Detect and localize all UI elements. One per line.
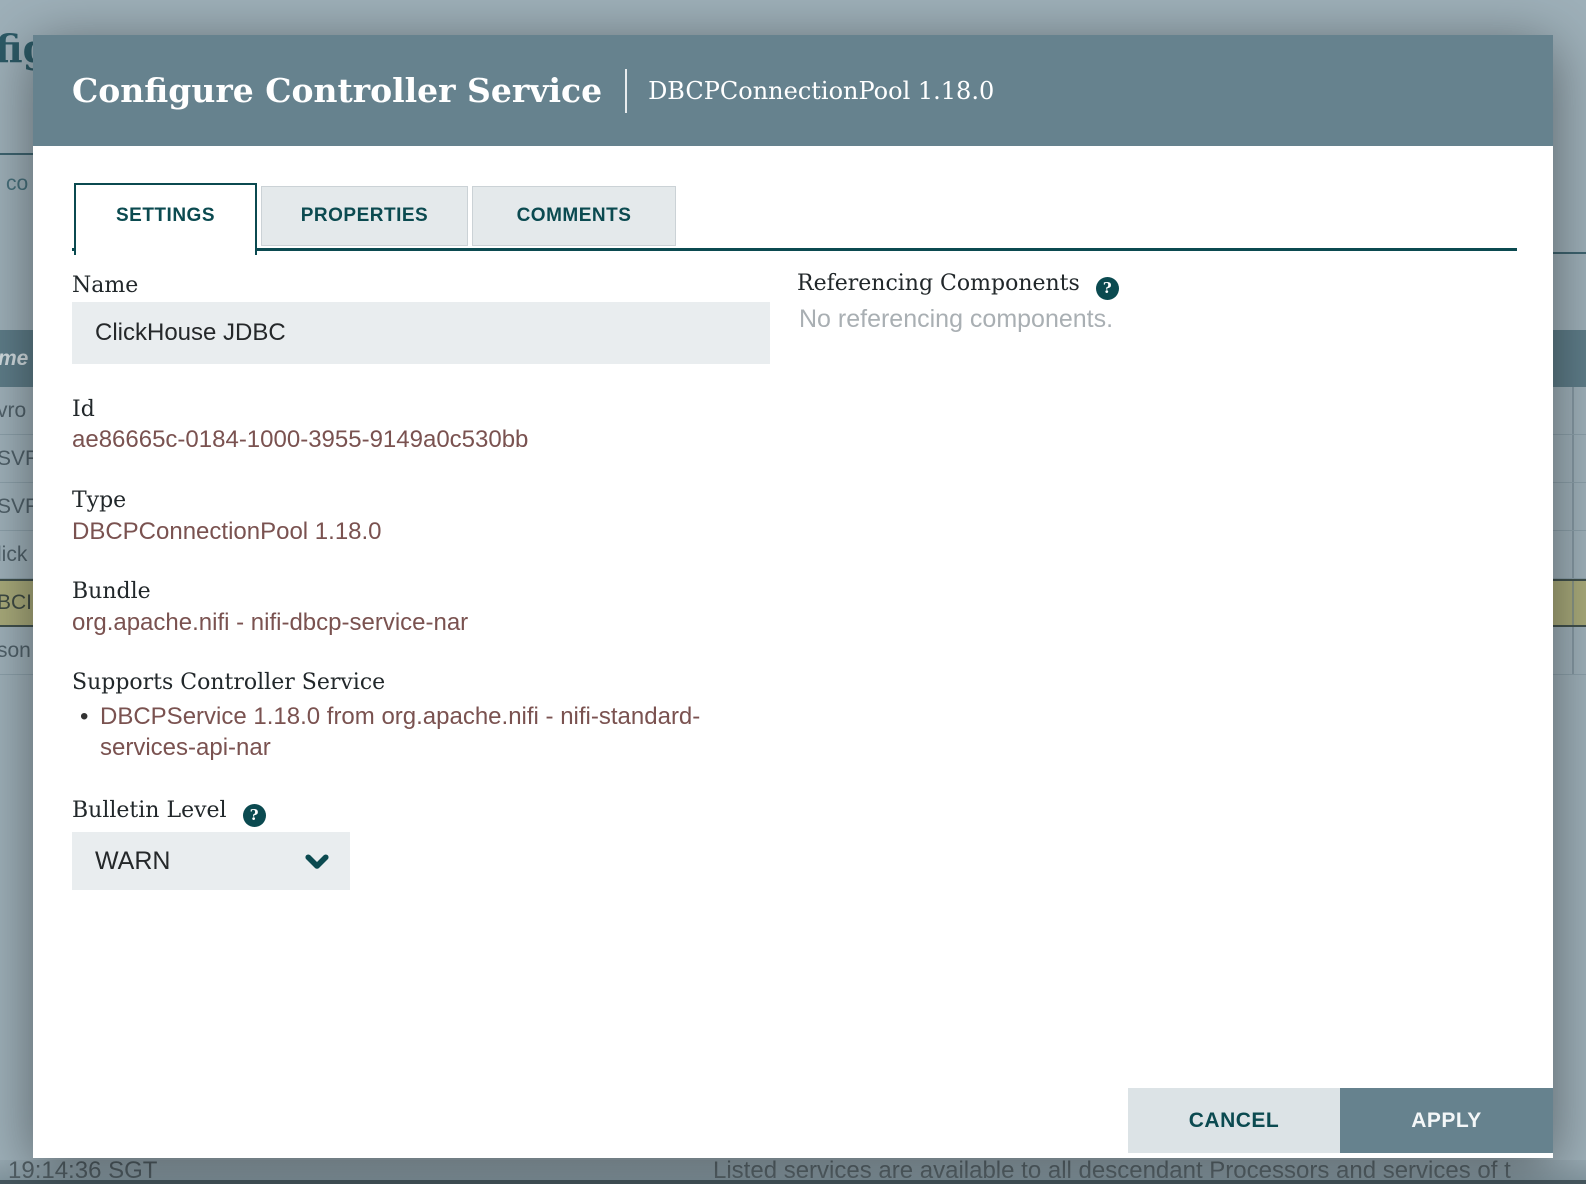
bg-table: vro SVF SVF lick BCI son [0,387,33,675]
tab-properties[interactable]: PROPERTIES [261,186,468,246]
bullet-icon: • [80,701,100,763]
dialog-title: Configure Controller Service [72,71,602,110]
title-separator [625,69,627,113]
help-icon[interactable]: ? [243,804,266,827]
bg-table-row [1553,531,1586,579]
help-icon[interactable]: ? [1096,277,1119,300]
chevron-down-icon [302,846,332,876]
name-input[interactable] [72,302,770,364]
background-page: fig co me vro SVF SVF lick BCI son 19:14… [0,0,1586,1184]
bg-table-row [1553,627,1586,675]
bg-divider [0,153,33,155]
bg-divider [1553,252,1586,254]
name-label: Name [72,273,138,298]
supports-controller-service-label: Supports Controller Service [72,670,385,695]
bg-table [1553,387,1586,675]
id-value: ae86665c-0184-1000-3955-9149a0c530bb [72,426,528,454]
type-value: DBCPConnectionPool 1.18.0 [72,518,382,546]
type-label: Type [72,488,126,513]
dialog-header: Configure Controller Service DBCPConnect… [33,35,1553,146]
bg-selected-table-row [1553,579,1586,627]
bg-tab-fragment: co [6,172,28,196]
bulletin-level-value: WARN [95,847,302,876]
bg-table-row [1553,435,1586,483]
supports-service-list: • DBCPService 1.18.0 from org.apache.nif… [80,701,780,763]
bg-table-row: vro [0,387,33,435]
bg-table-header: me [0,330,33,387]
bulletin-level-dropdown[interactable]: WARN [72,832,350,890]
tabs-underline [72,248,1517,251]
cancel-button[interactable]: CANCEL [1128,1088,1340,1153]
bundle-value: org.apache.nifi - nifi-dbcp-service-nar [72,609,468,637]
bg-table-row: SVF [0,483,33,531]
apply-button[interactable]: APPLY [1340,1088,1553,1153]
bg-table-header-label: me [0,347,28,371]
bulletin-level-label: Bulletin Level? [72,798,266,827]
tab-comments[interactable]: COMMENTS [472,186,676,246]
bg-table-row: lick [0,531,33,579]
bg-table-header [1553,330,1586,387]
bg-table-row [1553,483,1586,531]
dialog-subtitle: DBCPConnectionPool 1.18.0 [648,77,994,105]
tab-settings[interactable]: SETTINGS [74,183,257,255]
bg-table-row [1553,387,1586,435]
id-label: Id [72,397,95,422]
supports-service-item: • DBCPService 1.18.0 from org.apache.nif… [80,701,780,763]
configure-controller-service-dialog: Configure Controller Service DBCPConnect… [33,35,1553,1158]
bg-table-row: son [0,627,33,675]
bg-footer-edge [0,1180,1586,1184]
no-referencing-components-text: No referencing components. [799,305,1113,334]
bg-selected-table-row: BCI [0,579,33,627]
bg-table-row: SVF [0,435,33,483]
referencing-components-label: Referencing Components? [797,271,1119,300]
bundle-label: Bundle [72,579,151,604]
